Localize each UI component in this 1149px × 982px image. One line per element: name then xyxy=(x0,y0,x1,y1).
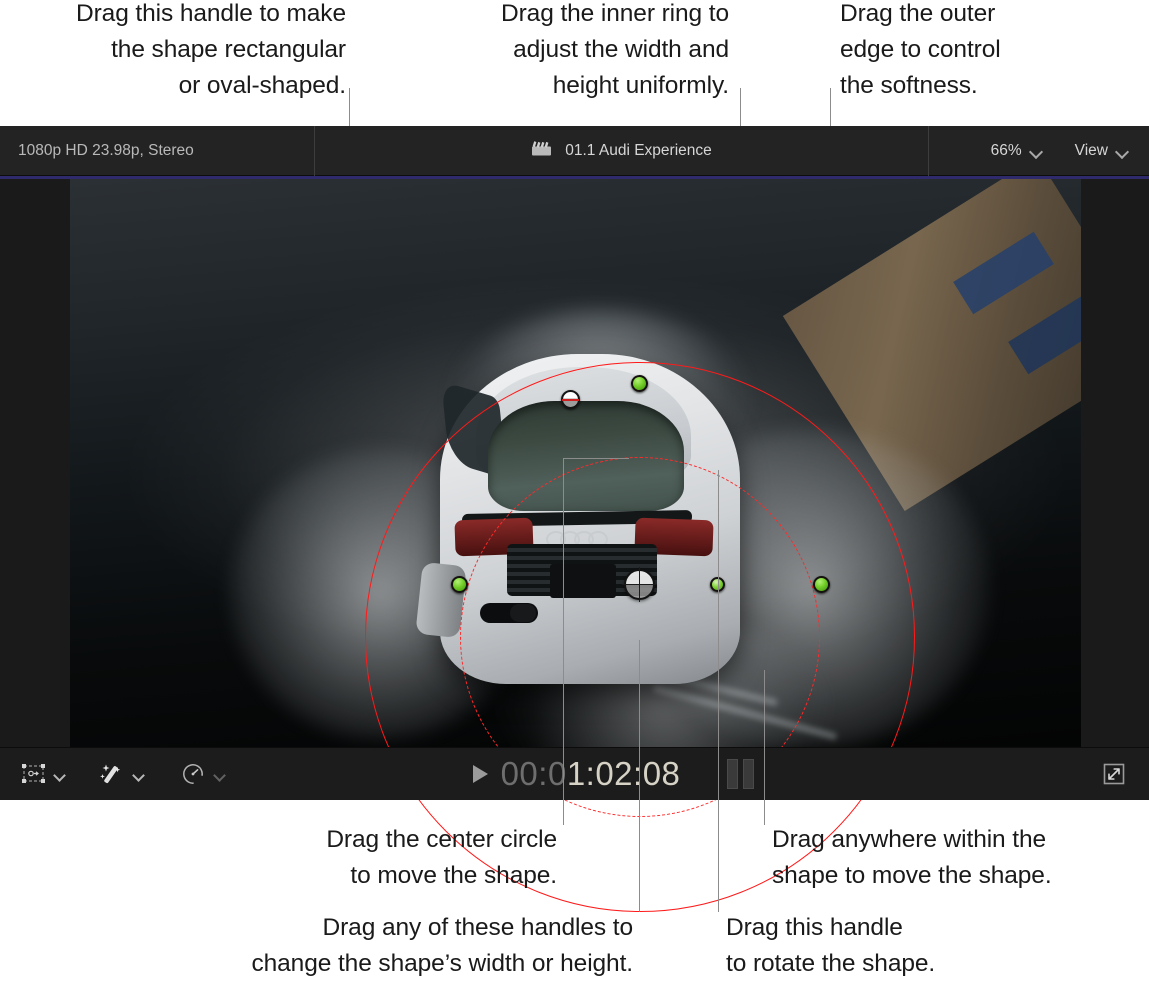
toolbar-left-group xyxy=(0,758,228,790)
timecode-display[interactable]: 00:0 1:02:08 xyxy=(501,755,681,793)
chevron-down-icon xyxy=(1116,147,1129,155)
project-segment[interactable]: 01.1 Audi Experience xyxy=(315,125,929,176)
callout-outer-edge: Drag the outer edge to control the softn… xyxy=(840,0,1001,99)
rear-wheel xyxy=(415,561,467,639)
timecode-value: 1:02:08 xyxy=(566,755,681,792)
leader-size-handles xyxy=(639,640,640,912)
callout-move-shape: Drag anywhere within the shape to move t… xyxy=(772,826,1052,889)
exhaust-pipes xyxy=(480,603,538,623)
toolbar-center-group: 00:0 1:02:08 xyxy=(228,755,999,793)
screenshot-root: Drag this handle to make the shape recta… xyxy=(0,0,1149,982)
callout-center-circle: Drag the center circle to move the shape… xyxy=(326,826,557,889)
chevron-down-icon xyxy=(54,771,66,778)
viewer-titlebar: 1080p HD 23.98p, Stereo 01.1 Audi Experi… xyxy=(0,125,1149,176)
view-menu-button[interactable]: View xyxy=(1075,142,1129,160)
callout-size-handles: Drag any of these handles to change the … xyxy=(251,914,633,977)
viewer-window: 1080p HD 23.98p, Stereo 01.1 Audi Experi… xyxy=(0,125,1149,912)
leader-rotate-handle xyxy=(718,470,719,912)
leader-move-shape xyxy=(764,670,765,825)
audio-level-meter xyxy=(727,759,755,789)
magic-wand-icon xyxy=(97,761,127,787)
view-menu-label: View xyxy=(1074,141,1108,159)
leader-center-circle xyxy=(563,458,564,825)
callout-rotate-handle: Drag this handle to rotate the shape. xyxy=(726,914,936,977)
chevron-down-icon xyxy=(133,771,145,778)
clapperboard-icon xyxy=(531,138,553,163)
chevron-down-icon xyxy=(214,771,226,778)
enhance-tool-button[interactable] xyxy=(95,758,147,790)
callout-inner-ring: Drag the inner ring to adjust the width … xyxy=(501,0,729,99)
toolbar-right-group xyxy=(999,761,1149,787)
retime-tool-button[interactable] xyxy=(176,758,228,790)
callout-shape-handle: Drag this handle to make the shape recta… xyxy=(76,0,346,99)
viewer-bottom-toolbar: 00:0 1:02:08 xyxy=(0,747,1149,800)
timecode-leading-zeros: 00:0 xyxy=(500,755,567,792)
canvas-area xyxy=(0,179,1149,912)
project-name: 01.1 Audi Experience xyxy=(565,141,712,159)
video-preview[interactable] xyxy=(70,179,1081,747)
fullscreen-expand-icon[interactable] xyxy=(1101,761,1127,787)
transform-tool-button[interactable] xyxy=(16,758,68,790)
format-label: 1080p HD 23.98p, Stereo xyxy=(18,141,194,159)
format-segment: 1080p HD 23.98p, Stereo xyxy=(0,125,315,176)
play-triangle-icon[interactable] xyxy=(472,765,488,783)
zoom-level-label: 66% xyxy=(990,141,1022,159)
viewer-controls-segment: 66% View xyxy=(929,126,1149,176)
transform-tool-icon xyxy=(18,761,48,787)
leader-center-circle-horizontal xyxy=(563,458,629,459)
zoom-level-button[interactable]: 66% xyxy=(991,142,1043,160)
car-rear-window xyxy=(488,401,684,511)
license-plate xyxy=(550,564,616,598)
chevron-down-icon xyxy=(1030,147,1043,155)
speedometer-icon xyxy=(178,761,208,787)
